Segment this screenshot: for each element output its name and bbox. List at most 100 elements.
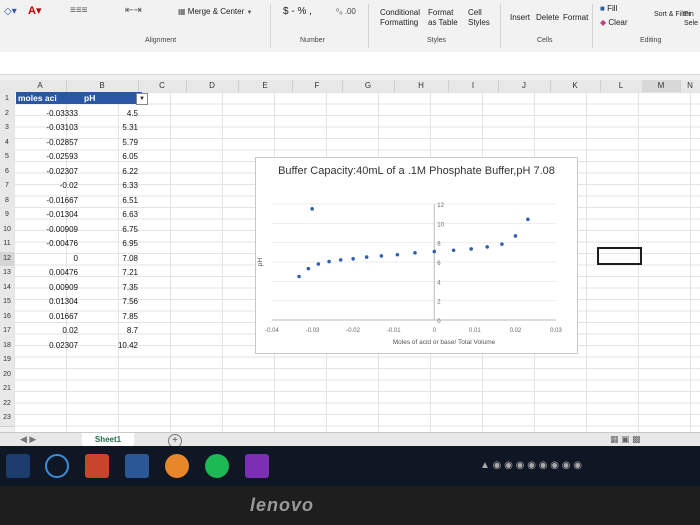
cell-a7[interactable]: -0.02 [24,179,78,194]
column-header-i[interactable]: I [448,80,499,92]
delete-button[interactable]: Delete [536,13,559,22]
row-header-20[interactable]: 20 [0,367,14,383]
header-cell-b[interactable]: pH [82,92,142,104]
cell-a3[interactable]: -0.03103 [24,121,78,136]
cell-a6[interactable]: -0.02307 [24,165,78,180]
selected-cell[interactable] [597,247,642,265]
cell-a14[interactable]: 0.00909 [24,281,78,296]
column-header-f[interactable]: F [292,80,343,92]
cell-b15[interactable]: 7.56 [86,295,138,310]
cell-b13[interactable]: 7.21 [86,266,138,281]
cell-a2[interactable]: -0.03333 [24,107,78,122]
cell-b8[interactable]: 6.51 [86,194,138,209]
column-header-e[interactable]: E [238,80,293,92]
row-header-9[interactable]: 9 [0,208,14,224]
row-header-21[interactable]: 21 [0,382,14,398]
find-select-button[interactable]: Fin Sele [684,10,700,28]
row-header-1[interactable]: 1 [0,92,14,108]
column-header-j[interactable]: J [498,80,551,92]
column-header-g[interactable]: G [342,80,395,92]
row-header-19[interactable]: 19 [0,353,14,369]
cell-b2[interactable]: 4.5 [86,107,138,122]
formula-bar[interactable] [0,52,700,75]
internet-explorer-icon[interactable] [45,454,69,478]
cell-b11[interactable]: 6.95 [86,237,138,252]
cell-b4[interactable]: 5.79 [86,136,138,151]
row-header-3[interactable]: 3 [0,121,14,137]
cell-b18[interactable]: 10.42 [86,339,138,354]
cell-a18[interactable]: 0.02307 [24,339,78,354]
align-icons[interactable]: ≡≡≡ [70,5,88,16]
row-header-4[interactable]: 4 [0,135,14,151]
cell-b14[interactable]: 7.35 [86,281,138,296]
chrome-icon[interactable] [165,454,189,478]
column-header-d[interactable]: D [186,80,239,92]
row-header-5[interactable]: 5 [0,150,14,166]
column-header-h[interactable]: H [394,80,449,92]
column-header-a[interactable]: A [14,80,67,92]
tab-nav-icons[interactable]: ◀ ▶ [20,434,36,445]
word-icon[interactable] [125,454,149,478]
column-header-m[interactable]: M [642,80,681,92]
cell-a9[interactable]: -0.01304 [24,208,78,223]
cell-a17[interactable]: 0.02 [24,324,78,339]
cell-b12[interactable]: 7.08 [86,252,138,267]
filter-dropdown-icon[interactable]: ▼ [136,93,148,105]
decimal-buttons[interactable]: ⁰₀ .00 [336,7,356,16]
format-as-table-button[interactable]: Format as Table [428,8,462,28]
column-header-k[interactable]: K [550,80,601,92]
cell-b5[interactable]: 6.05 [86,150,138,165]
cell-a8[interactable]: -0.01667 [24,194,78,209]
font-color-icon[interactable]: A▾ [28,4,41,17]
row-header-13[interactable]: 13 [0,266,14,282]
row-header-6[interactable]: 6 [0,164,14,180]
row-header-7[interactable]: 7 [0,179,14,195]
cell-a5[interactable]: -0.02593 [24,150,78,165]
row-header-12[interactable]: 12 [0,251,14,267]
fill-button[interactable]: ■ Fill [600,4,617,13]
cell-styles-button[interactable]: Cell Styles [468,8,494,28]
cell-a15[interactable]: 0.01304 [24,295,78,310]
spotify-icon[interactable] [205,454,229,478]
merge-center-button[interactable]: ▦ Merge & Center ▼ [178,7,252,16]
powerpoint-icon[interactable] [85,454,109,478]
column-header-c[interactable]: C [138,80,187,92]
cell-b6[interactable]: 6.22 [86,165,138,180]
fill-color-icon[interactable]: ◇▾ [4,6,17,17]
row-header-18[interactable]: 18 [0,338,14,354]
app-icon[interactable] [245,454,269,478]
row-header-10[interactable]: 10 [0,222,14,238]
column-header-n[interactable]: N [680,80,700,92]
format-button[interactable]: Format [563,13,588,22]
cell-b7[interactable]: 6.33 [86,179,138,194]
cell-a10[interactable]: -0.00909 [24,223,78,238]
row-header-22[interactable]: 22 [0,396,14,412]
view-mode-icons[interactable]: ▦ ▣ ▩ [610,434,641,445]
cell-b3[interactable]: 5.31 [86,121,138,136]
system-tray-icons[interactable]: ▲ ◉ ◉ ◉ ◉ ◉ ◉ ◉ ◉ [480,460,582,471]
row-header-17[interactable]: 17 [0,324,14,340]
row-header-2[interactable]: 2 [0,106,14,122]
column-header-l[interactable]: L [600,80,643,92]
row-header-14[interactable]: 14 [0,280,14,296]
header-cell-a[interactable]: moles aci [16,92,82,104]
clear-button[interactable]: ◆ Clear [600,18,628,27]
cell-b9[interactable]: 6.63 [86,208,138,223]
cell-a16[interactable]: 0.01667 [24,310,78,325]
number-format-buttons[interactable]: $ - % , [283,6,312,17]
row-header-23[interactable]: 23 [0,411,14,427]
cell-b16[interactable]: 7.85 [86,310,138,325]
search-icon[interactable] [6,454,30,478]
cell-a13[interactable]: 0.00476 [24,266,78,281]
cell-b17[interactable]: 8.7 [86,324,138,339]
indent-icons[interactable]: ⇤⇥ [125,5,142,16]
row-header-16[interactable]: 16 [0,309,14,325]
row-header-15[interactable]: 15 [0,295,14,311]
row-header-8[interactable]: 8 [0,193,14,209]
scatter-chart[interactable]: Buffer Capacity:40mL of a .1M Phosphate … [255,157,578,354]
cell-a11[interactable]: -0.00476 [24,237,78,252]
cell-b10[interactable]: 6.75 [86,223,138,238]
cell-a4[interactable]: -0.02857 [24,136,78,151]
column-header-b[interactable]: B [66,80,139,92]
insert-button[interactable]: Insert [510,13,530,22]
